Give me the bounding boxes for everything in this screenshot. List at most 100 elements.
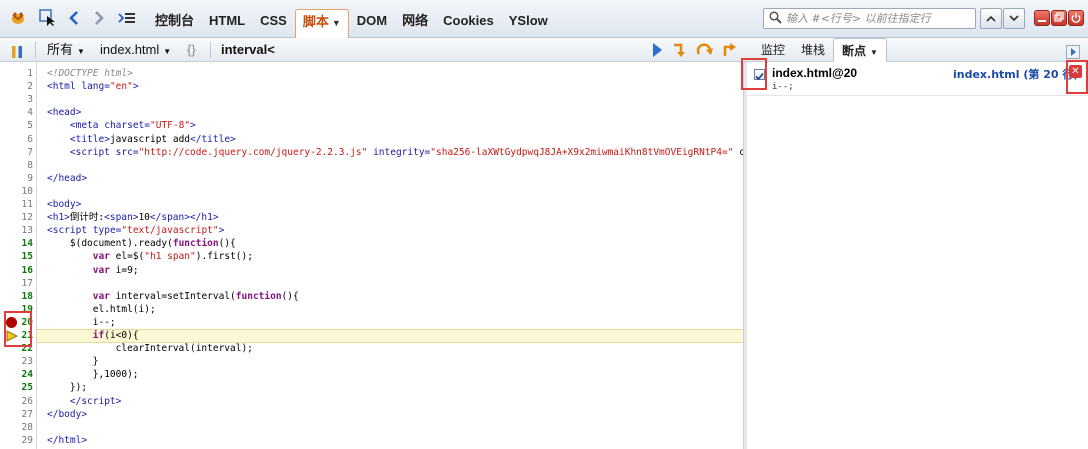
line-number[interactable]: 23 (0, 355, 33, 368)
code-line: <meta charset="UTF-8"> (69, 120, 196, 132)
code-line: } (47, 356, 99, 368)
line-number-gutter[interactable]: 1 2 3 4 5 6 7 8 9 10 11 12 13 14 15 16 17 18 19 20 21 22 23 24 2… (0, 62, 37, 449)
minimize-icon[interactable] (1034, 10, 1050, 26)
forward-arrow-icon[interactable] (89, 8, 109, 28)
code-line: <html lang="en"> (47, 81, 139, 93)
line-number[interactable]: 1 (0, 67, 33, 80)
line-number[interactable]: 2 (0, 80, 33, 93)
code-line: <head> (47, 107, 82, 119)
code-line: $(document).ready(function(){ (47, 238, 236, 250)
tab-html[interactable]: HTML (202, 9, 252, 33)
line-number[interactable]: 10 (0, 185, 33, 198)
script-filter-label: 所有 (47, 42, 74, 57)
tab-breakpoints[interactable]: 断点 ▼ (833, 38, 887, 63)
toolbar-separator (210, 42, 211, 58)
line-number[interactable]: 15 (0, 250, 33, 263)
line-number[interactable]: 7 (0, 146, 33, 159)
line-number[interactable]: 5 (0, 119, 33, 132)
line-number[interactable]: 27 (0, 408, 33, 421)
pause-icon[interactable] (10, 43, 24, 58)
breakpoint-location-link[interactable]: index.html (第 20 行) (953, 66, 1078, 82)
code-line: },1000); (47, 369, 139, 381)
search-prev-button[interactable] (980, 8, 1002, 29)
line-number[interactable]: 25 (0, 381, 33, 394)
breakpoints-panel: index.html@20 index.html (第 20 行) i--; ✕ (747, 62, 1088, 449)
back-arrow-icon[interactable] (64, 8, 84, 28)
chevron-down-icon: ▼ (77, 47, 85, 56)
firebug-toolbar: 控制台 HTML CSS 脚本 ▼ DOM 网络 Cookies YSlow 输入… (0, 0, 1088, 38)
tab-script-label: 脚本 (302, 14, 329, 29)
chevron-down-icon: ▼ (163, 47, 172, 56)
tab-yslow[interactable]: YSlow (502, 9, 555, 33)
line-number[interactable]: 6 (0, 133, 33, 146)
code-line: i--; (47, 316, 116, 328)
function-breadcrumb[interactable]: interval< (221, 38, 275, 62)
code-line: if(i<0){ (37, 329, 743, 343)
line-number[interactable]: 14 (0, 237, 33, 250)
line-number[interactable]: 24 (0, 368, 33, 381)
chevron-down-icon[interactable]: ▼ (332, 18, 341, 28)
script-source-view[interactable]: <!DOCTYPE html> <html lang="en"> <head> <m… (37, 62, 743, 449)
tab-script[interactable]: 脚本 ▼ (294, 9, 349, 38)
power-off-icon[interactable] (1068, 10, 1084, 26)
script-file-dropdown[interactable]: index.html ▼ (100, 38, 171, 62)
panel-options-icon[interactable] (1066, 43, 1080, 59)
detach-window-icon[interactable] (1051, 10, 1067, 26)
line-number[interactable]: 11 (0, 198, 33, 211)
step-out-icon[interactable] (722, 42, 738, 58)
code-line: el.html(i); (47, 303, 156, 315)
tab-css[interactable]: CSS (253, 9, 294, 33)
breakpoint-code: i--; (772, 82, 794, 92)
search-input[interactable]: 输入 #<行号> 以前往指定行 (763, 8, 976, 29)
remove-highlight-box (1066, 60, 1088, 94)
step-into-icon[interactable] (672, 42, 690, 58)
step-over-icon[interactable] (696, 42, 714, 58)
breakpoint-title: index.html@20 (772, 66, 858, 80)
line-number[interactable]: 16 (0, 264, 33, 277)
tab-stack[interactable]: 堆栈 (793, 38, 833, 62)
code-line: <script src="http://code.jquery.com/jque… (69, 146, 743, 158)
search-icon (769, 11, 782, 30)
pretty-print-button[interactable]: {} (187, 38, 196, 62)
line-number[interactable]: 3 (0, 93, 33, 106)
line-number[interactable]: 4 (0, 106, 33, 119)
breakpoint-item[interactable]: index.html@20 index.html (第 20 行) i--; ✕ (747, 62, 1088, 96)
code-line: var i=9; (92, 264, 139, 276)
tab-cookies[interactable]: Cookies (436, 9, 501, 33)
inspect-element-icon[interactable] (38, 8, 58, 28)
script-filter-dropdown[interactable]: 所有 ▼ (47, 38, 85, 62)
line-number[interactable]: 18 (0, 290, 33, 303)
line-number[interactable]: 29 (0, 434, 33, 447)
code-line: <h1>倒计时:<span>10</span></h1> (47, 212, 219, 224)
side-panel-tabs: 监控 堆栈 断点 ▼ (753, 38, 887, 63)
code-line: var interval=setInterval(function(){ (92, 290, 299, 302)
search-placeholder: 输入 #<行号> 以前往指定行 (786, 12, 931, 25)
line-number[interactable]: 8 (0, 159, 33, 172)
line-number[interactable]: 13 (0, 224, 33, 237)
tab-console[interactable]: 控制台 (148, 9, 201, 33)
firebug-bug-icon[interactable] (8, 8, 28, 28)
code-line: var el=$("h1 span").first(); (92, 251, 253, 263)
code-line: </head> (47, 172, 88, 184)
line-number[interactable]: 12 (0, 211, 33, 224)
code-line: <!DOCTYPE html> (47, 68, 133, 79)
line-number[interactable]: 26 (0, 395, 33, 408)
panel-menu-icon[interactable] (117, 8, 137, 28)
checkbox-highlight-box (741, 58, 767, 90)
code-line: <body> (47, 199, 82, 210)
tab-dom[interactable]: DOM (350, 9, 394, 33)
panel-tabs: 控制台 HTML CSS 脚本 ▼ DOM 网络 Cookies YSlow (148, 9, 556, 38)
tab-breakpoints-label: 断点 (842, 44, 867, 58)
breakpoint-highlight-box (4, 310, 32, 348)
code-line: </html> (47, 434, 88, 446)
resume-icon[interactable] (651, 42, 663, 58)
code-line: </script> (69, 395, 122, 407)
line-number[interactable]: 17 (0, 277, 33, 290)
tab-net[interactable]: 网络 (395, 9, 435, 33)
line-number[interactable]: 9 (0, 172, 33, 185)
code-line: </body> (47, 408, 88, 420)
search-next-button[interactable] (1003, 8, 1025, 29)
chevron-down-icon[interactable]: ▼ (870, 48, 878, 57)
toolbar-separator (35, 42, 36, 58)
line-number[interactable]: 28 (0, 421, 33, 434)
